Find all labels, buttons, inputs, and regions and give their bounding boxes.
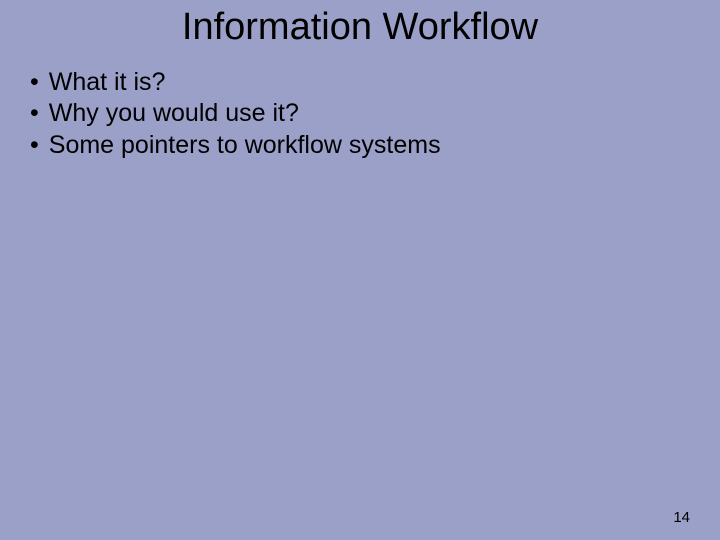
page-number: 14 bbox=[673, 509, 690, 526]
list-item: • Why you would use it? bbox=[30, 98, 720, 129]
bullet-icon: • bbox=[30, 130, 39, 161]
slide-title: Information Workflow bbox=[0, 0, 720, 67]
list-item: • Some pointers to workflow systems bbox=[30, 130, 720, 161]
bullet-text: Why you would use it? bbox=[49, 98, 299, 129]
bullet-icon: • bbox=[30, 67, 39, 98]
bullet-text: What it is? bbox=[49, 67, 166, 98]
bullet-text: Some pointers to workflow systems bbox=[49, 130, 441, 161]
bullet-list: • What it is? • Why you would use it? • … bbox=[0, 67, 720, 161]
bullet-icon: • bbox=[30, 98, 39, 129]
list-item: • What it is? bbox=[30, 67, 720, 98]
